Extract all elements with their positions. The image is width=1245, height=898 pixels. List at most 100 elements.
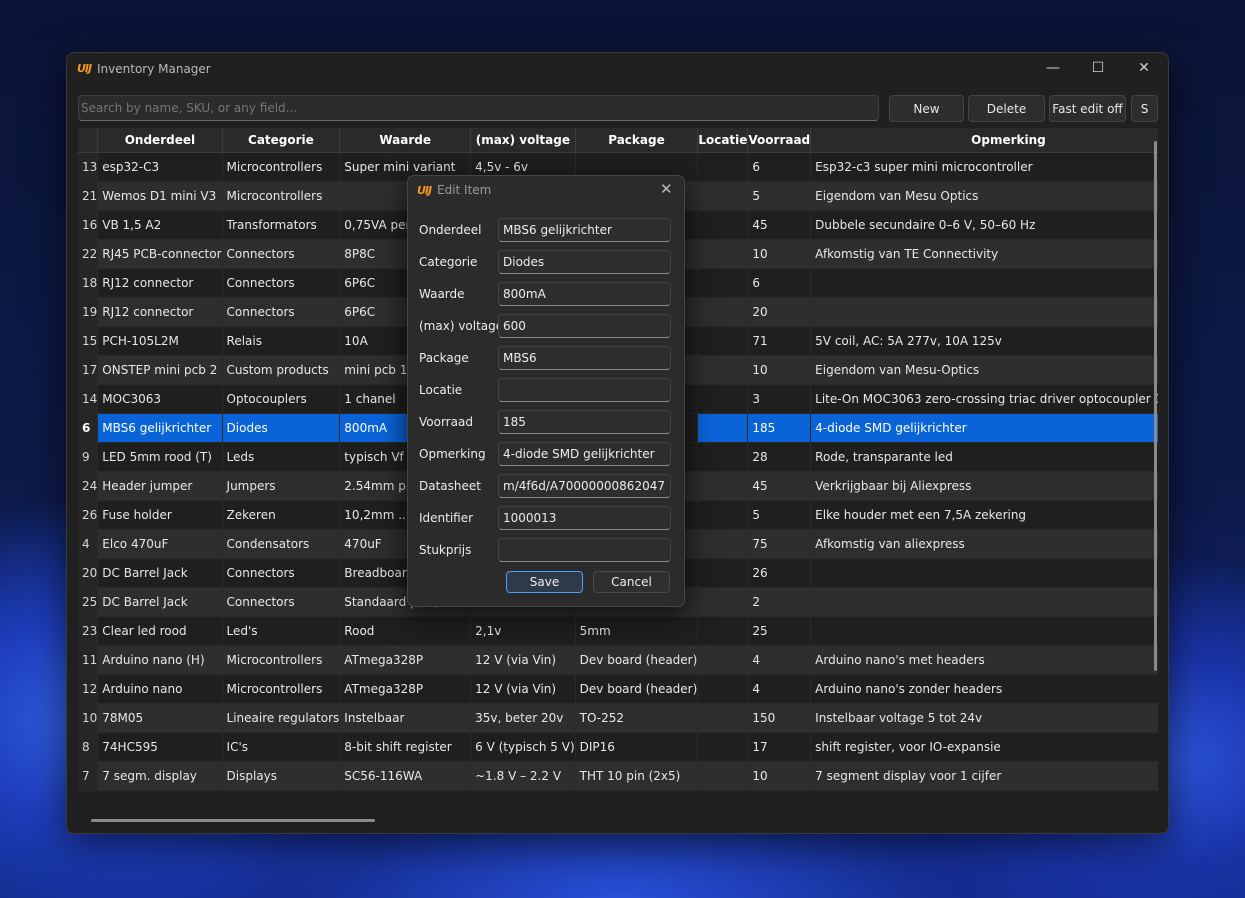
field-input-onderdeel[interactable] bbox=[498, 218, 671, 242]
cell-onderdeel[interactable]: DC Barrel Jack bbox=[97, 587, 223, 617]
cell-opmerking[interactable]: Afkomstig van TE Connectivity bbox=[810, 239, 1158, 269]
cell-categorie[interactable]: Connectors bbox=[222, 297, 341, 327]
cell-categorie[interactable]: Leds bbox=[222, 442, 341, 472]
cell-opmerking[interactable]: 7 segment display voor 1 cijfer bbox=[810, 761, 1158, 791]
cell-opmerking[interactable]: Instelbaar voltage 5 tot 24v bbox=[810, 703, 1158, 733]
field-input-waarde[interactable] bbox=[498, 282, 671, 306]
cell-locatie[interactable] bbox=[697, 703, 749, 733]
cell-voorraad[interactable]: 2 bbox=[747, 587, 812, 617]
fast-edit-toggle-button[interactable]: Fast edit off bbox=[1049, 95, 1126, 122]
cell-waarde[interactable]: Rood bbox=[339, 616, 472, 646]
cell-locatie[interactable] bbox=[697, 384, 749, 414]
cell-max-voltage[interactable]: 2,1v bbox=[470, 616, 576, 646]
row-id-cell[interactable]: 4 bbox=[78, 529, 99, 559]
cell-opmerking[interactable]: 5V coil, AC: 5A 277v, 10A 125v bbox=[810, 326, 1158, 356]
cell-locatie[interactable] bbox=[697, 152, 749, 182]
cell-onderdeel[interactable]: 78M05 bbox=[97, 703, 223, 733]
cell-opmerking[interactable]: 4-diode SMD gelijkrichter bbox=[810, 413, 1158, 443]
row-id-cell[interactable]: 16 bbox=[78, 210, 99, 240]
row-id-cell[interactable]: 25 bbox=[78, 587, 99, 617]
cell-voorraad[interactable]: 20 bbox=[747, 297, 812, 327]
cell-voorraad[interactable]: 10 bbox=[747, 761, 812, 791]
cell-opmerking[interactable] bbox=[810, 558, 1158, 588]
cell-onderdeel[interactable]: LED 5mm rood (T) bbox=[97, 442, 223, 472]
cell-locatie[interactable] bbox=[697, 674, 749, 704]
cell-opmerking[interactable]: Arduino nano's met headers bbox=[810, 645, 1158, 675]
close-button[interactable]: ✕ bbox=[1121, 53, 1167, 83]
cell-categorie[interactable]: Microcontrollers bbox=[222, 152, 341, 182]
table-row[interactable]: 10 78M05 Lineaire regulators Instelbaar 35v,… bbox=[78, 703, 1158, 733]
cell-categorie[interactable]: Microcontrollers bbox=[222, 674, 341, 704]
cell-opmerking[interactable] bbox=[810, 587, 1158, 617]
cell-opmerking[interactable]: shift register, voor IO-expansie bbox=[810, 732, 1158, 762]
cell-onderdeel[interactable]: Arduino nano (H) bbox=[97, 645, 223, 675]
cell-opmerking[interactable]: Esp32-c3 super mini microcontroller bbox=[810, 152, 1158, 182]
cell-locatie[interactable] bbox=[697, 442, 749, 472]
cell-max-voltage[interactable]: 12 V (via Vin) bbox=[470, 674, 576, 704]
cell-voorraad[interactable]: 5 bbox=[747, 500, 812, 530]
cell-locatie[interactable] bbox=[697, 181, 749, 211]
cell-categorie[interactable]: Connectors bbox=[222, 587, 341, 617]
cell-locatie[interactable] bbox=[697, 587, 749, 617]
cell-voorraad[interactable]: 5 bbox=[747, 181, 812, 211]
table-row[interactable]: 77 segm. display Displays SC56-116WA ~1.8 V… bbox=[78, 761, 1158, 791]
row-id-cell[interactable]: 7 bbox=[78, 761, 99, 791]
table-row[interactable]: 12 Arduino nano Microcontrollers ATmega328P… bbox=[78, 674, 1158, 704]
cell-voorraad[interactable]: 28 bbox=[747, 442, 812, 472]
row-id-cell[interactable]: 18 bbox=[78, 268, 99, 298]
cell-categorie[interactable]: Displays bbox=[222, 761, 341, 791]
field-input-stukprijs[interactable] bbox=[498, 538, 671, 562]
cell-opmerking[interactable]: Eigendom van Mesu Optics bbox=[810, 181, 1158, 211]
cell-onderdeel[interactable]: Header jumper bbox=[97, 471, 223, 501]
column-header-locatie[interactable]: Locatie bbox=[697, 128, 749, 153]
row-id-cell[interactable]: 23 bbox=[78, 616, 99, 646]
table-row[interactable]: 23 Clear led rood Led's Rood 2,1v 5mm 25 bbox=[78, 616, 1158, 646]
cell-onderdeel[interactable]: Clear led rood bbox=[97, 616, 223, 646]
cell-onderdeel[interactable]: ONSTEP mini pcb 2 bbox=[97, 355, 223, 385]
cell-package[interactable]: Dev board (header) bbox=[575, 645, 699, 675]
row-id-cell[interactable]: 19 bbox=[78, 297, 99, 327]
cell-categorie[interactable]: Microcontrollers bbox=[222, 181, 341, 211]
cell-categorie[interactable]: Zekeren bbox=[222, 500, 341, 530]
cell-locatie[interactable] bbox=[697, 413, 749, 443]
field-input-max-voltage[interactable] bbox=[498, 314, 671, 338]
cell-locatie[interactable] bbox=[697, 732, 749, 762]
row-id-cell[interactable]: 17 bbox=[78, 355, 99, 385]
row-id-cell[interactable]: 13 bbox=[78, 152, 99, 182]
new-button[interactable]: New bbox=[889, 95, 964, 122]
row-id-cell[interactable]: 10 bbox=[78, 703, 99, 733]
column-header-package[interactable]: Package bbox=[575, 128, 699, 153]
cell-voorraad[interactable]: 4 bbox=[747, 645, 812, 675]
cell-opmerking[interactable]: Rode, transparante led bbox=[810, 442, 1158, 472]
cell-opmerking[interactable]: Verkrijgbaar bij Aliexpress bbox=[810, 471, 1158, 501]
table-row[interactable]: 8 74HC595 IC's 8-bit shift register 6 V (typ… bbox=[78, 732, 1158, 762]
search-input[interactable] bbox=[78, 95, 879, 121]
row-id-cell[interactable]: 9 bbox=[78, 442, 99, 472]
cell-voorraad[interactable]: 10 bbox=[747, 355, 812, 385]
cell-locatie[interactable] bbox=[697, 500, 749, 530]
row-id-cell[interactable]: 6 bbox=[78, 413, 99, 443]
cell-opmerking[interactable]: Eigendom van Mesu-Optics bbox=[810, 355, 1158, 385]
cell-locatie[interactable] bbox=[697, 558, 749, 588]
cell-onderdeel[interactable]: Wemos D1 mini V3 bbox=[97, 181, 223, 211]
cell-categorie[interactable]: Optocouplers bbox=[222, 384, 341, 414]
cell-locatie[interactable] bbox=[697, 239, 749, 269]
row-id-cell[interactable]: 24 bbox=[78, 471, 99, 501]
cell-locatie[interactable] bbox=[697, 326, 749, 356]
field-input-voorraad[interactable] bbox=[498, 410, 671, 434]
cell-categorie[interactable]: Connectors bbox=[222, 239, 341, 269]
column-header-opmerking[interactable]: Opmerking bbox=[810, 128, 1158, 153]
minimize-button[interactable]: — bbox=[1030, 53, 1076, 83]
row-id-cell[interactable]: 20 bbox=[78, 558, 99, 588]
cell-opmerking[interactable] bbox=[810, 268, 1158, 298]
cell-categorie[interactable]: Transformators bbox=[222, 210, 341, 240]
cell-voorraad[interactable]: 6 bbox=[747, 268, 812, 298]
cell-locatie[interactable] bbox=[697, 297, 749, 327]
row-id-cell[interactable]: 26 bbox=[78, 500, 99, 530]
cell-onderdeel[interactable]: RJ12 connector bbox=[97, 297, 223, 327]
s-button[interactable]: S bbox=[1131, 95, 1158, 122]
cell-waarde[interactable]: ATmega328P bbox=[339, 674, 472, 704]
cell-categorie[interactable]: Connectors bbox=[222, 558, 341, 588]
cell-locatie[interactable] bbox=[697, 471, 749, 501]
cell-waarde[interactable]: SC56-116WA bbox=[339, 761, 472, 791]
